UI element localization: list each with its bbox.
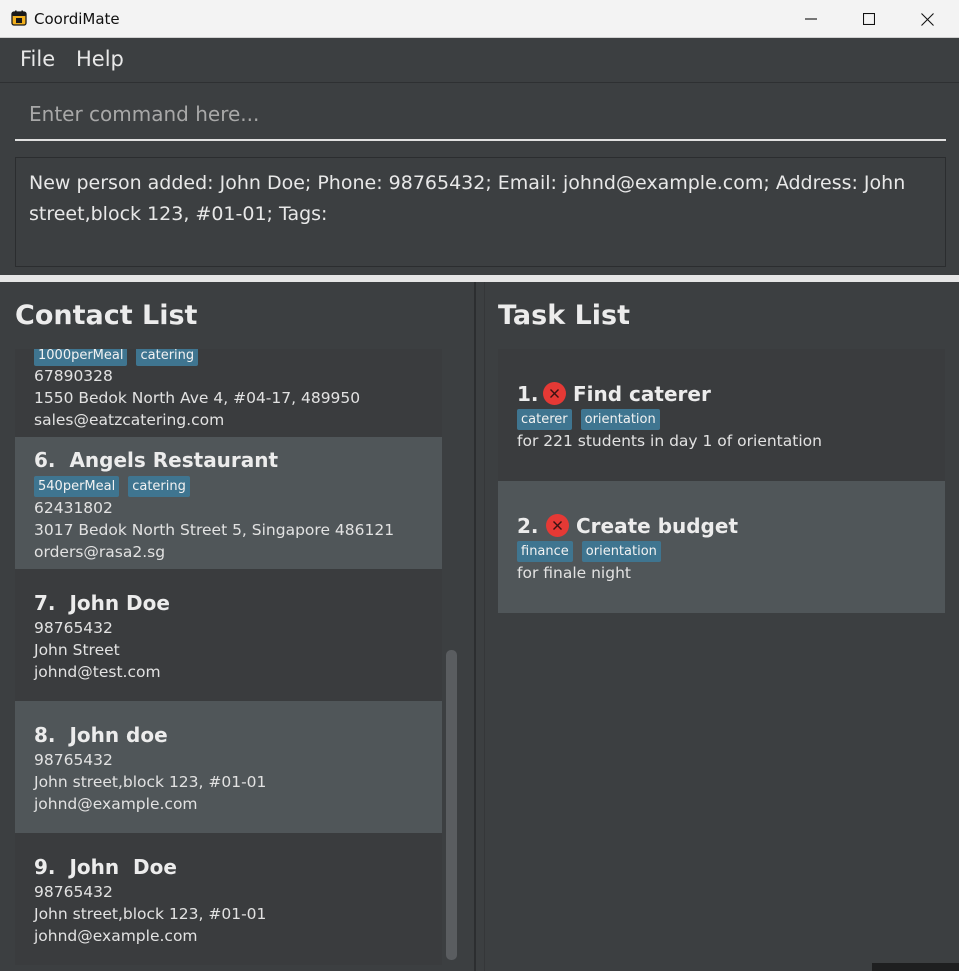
contact-list[interactable]: 1000perMeal catering 67890328 1550 Bedok… <box>15 349 442 965</box>
close-button[interactable] <box>898 0 956 38</box>
task-title: Find caterer <box>573 382 711 406</box>
contact-name: 9. John Doe <box>34 855 177 879</box>
window-title: CoordiMate <box>34 10 120 28</box>
contact-name: 6. Angels Restaurant <box>34 448 279 472</box>
contact-address: 3017 Bedok North Street 5, Singapore 486… <box>34 521 395 539</box>
result-text: New person added: John Doe; Phone: 98765… <box>29 172 906 225</box>
maximize-icon <box>863 13 875 25</box>
not-done-icon <box>543 382 566 405</box>
contact-phone: 67890328 <box>34 367 113 385</box>
tag: orientation <box>580 409 660 430</box>
resize-corner <box>872 963 959 971</box>
contact-card[interactable]: 1000perMeal catering 67890328 1550 Bedok… <box>15 349 442 437</box>
contact-email: orders@rasa2.sg <box>34 543 166 561</box>
contact-email: johnd@example.com <box>34 927 198 945</box>
contact-address: John Street <box>34 641 120 659</box>
minimize-icon <box>805 18 817 20</box>
contact-phone: 98765432 <box>34 751 113 769</box>
contact-card[interactable]: 9. John Doe 98765432 John street,block 1… <box>15 833 442 965</box>
panel-divider[interactable] <box>474 282 476 971</box>
contact-card[interactable]: 7. John Doe 98765432 John Street johnd@t… <box>15 569 442 701</box>
tag: 540perMeal <box>34 476 120 497</box>
contact-email: johnd@test.com <box>34 663 161 681</box>
contact-phone: 98765432 <box>34 619 113 637</box>
panel-divider-shadow <box>484 282 485 971</box>
task-list[interactable]: 1. Find caterer caterer orientation for … <box>498 349 945 965</box>
contact-card[interactable]: 8. John doe 98765432 John street,block 1… <box>15 701 442 833</box>
task-list-title: Task List <box>498 300 631 331</box>
tag-list: caterer orientation <box>517 409 660 430</box>
task-index: 1. <box>517 382 539 406</box>
contact-address: John street,block 123, #01-01 <box>34 905 267 923</box>
close-icon <box>920 12 934 26</box>
contact-card[interactable]: 6. Angels Restaurant 540perMeal catering… <box>15 437 442 569</box>
maximize-button[interactable] <box>840 0 898 38</box>
task-card[interactable]: 1. Find caterer caterer orientation for … <box>498 349 945 481</box>
contact-email: johnd@example.com <box>34 795 198 813</box>
contact-address: John street,block 123, #01-01 <box>34 773 267 791</box>
tag: 1000perMeal <box>34 349 128 366</box>
task-description: for 221 students in day 1 of orientation <box>517 432 822 450</box>
minimize-button[interactable] <box>782 0 840 38</box>
tag-list: finance orientation <box>517 541 661 562</box>
menu-file[interactable]: File <box>20 47 55 71</box>
command-input[interactable] <box>15 89 946 141</box>
contact-name: 8. John doe <box>34 723 168 747</box>
calendar-app-icon <box>11 10 27 26</box>
tag-list: 540perMeal catering <box>34 476 190 497</box>
tag: catering <box>128 476 190 497</box>
tag: orientation <box>581 541 661 562</box>
menu-help[interactable]: Help <box>76 47 124 71</box>
tag: caterer <box>517 409 572 430</box>
contact-address: 1550 Bedok North Ave 4, #04-17, 489950 <box>34 389 361 407</box>
task-card[interactable]: 2. Create budget finance orientation for… <box>498 481 945 613</box>
title-bar: CoordiMate <box>0 0 959 38</box>
task-index: 2. <box>517 514 539 538</box>
split-pane-divider[interactable] <box>0 275 959 282</box>
menu-bar: File Help <box>0 38 959 83</box>
contact-name: 7. John Doe <box>34 591 170 615</box>
tag: catering <box>136 349 199 366</box>
tag: finance <box>517 541 573 562</box>
scrollbar-thumb[interactable] <box>446 650 457 960</box>
task-description: for finale night <box>517 564 631 582</box>
contact-email: sales@eatzcatering.com <box>34 411 225 429</box>
contact-phone: 62431802 <box>34 499 113 517</box>
not-done-icon <box>546 514 569 537</box>
tag-list: 1000perMeal catering <box>34 349 199 366</box>
contact-phone: 98765432 <box>34 883 113 901</box>
contact-list-title: Contact List <box>15 300 198 331</box>
result-display: New person added: John Doe; Phone: 98765… <box>15 157 946 267</box>
task-title: Create budget <box>576 514 739 538</box>
